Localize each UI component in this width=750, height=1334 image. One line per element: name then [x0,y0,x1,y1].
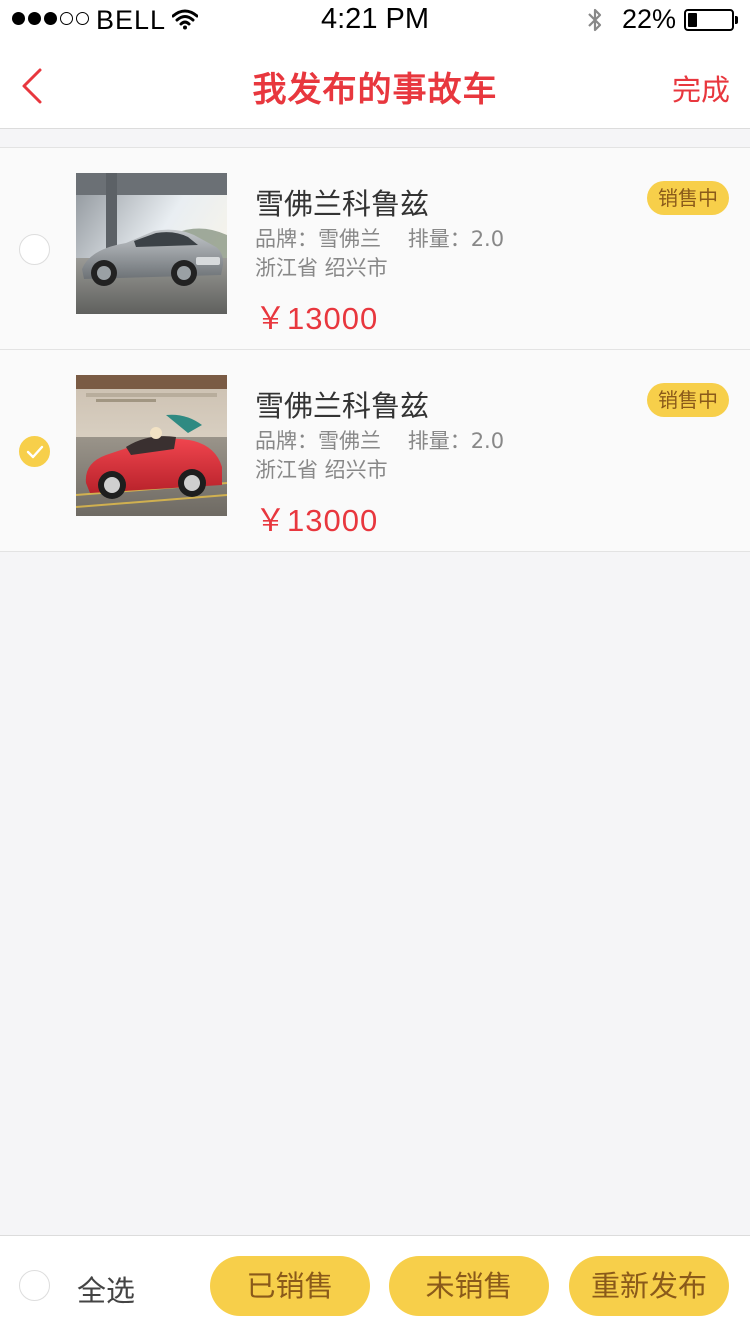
list-item[interactable]: 雪佛兰科鲁兹 品牌：雪佛兰 排量：2.0 浙江省 绍兴市 ￥13000 销售中 [0,148,750,350]
status-badge: 销售中 [647,181,729,215]
mark-unsold-button[interactable]: 未销售 [389,1256,549,1316]
battery-icon [684,9,734,31]
bluetooth-icon [588,8,602,32]
car-name: 雪佛兰科鲁兹 [255,389,430,423]
car-price: ￥13000 [255,503,379,538]
select-all-label[interactable]: 全选 [77,1268,135,1310]
item-checkbox-checked[interactable] [19,436,50,467]
status-badge: 销售中 [647,383,729,417]
republish-button[interactable]: 重新发布 [569,1256,729,1316]
car-name: 雪佛兰科鲁兹 [255,187,430,221]
battery-percentage: 22% [622,4,677,34]
vehicle-list: 雪佛兰科鲁兹 品牌：雪佛兰 排量：2.0 浙江省 绍兴市 ￥13000 销售中 [0,147,750,552]
car-location: 浙江省 绍兴市 [255,256,388,280]
page-title: 我发布的事故车 [252,70,498,110]
car-thumbnail[interactable] [76,375,227,516]
bottom-toolbar: 全选 已销售 未销售 重新发布 [0,1235,750,1334]
select-all-checkbox[interactable] [19,1270,50,1301]
list-item[interactable]: 雪佛兰科鲁兹 品牌：雪佛兰 排量：2.0 浙江省 绍兴市 ￥13000 销售中 [0,350,750,552]
done-button[interactable]: 完成 [672,67,730,109]
battery-tip [735,16,738,24]
battery-fill [688,13,697,27]
car-location: 浙江省 绍兴市 [255,458,388,482]
back-arrow-icon[interactable] [12,64,52,108]
car-specs: 品牌：雪佛兰 排量：2.0 [255,429,505,453]
car-price: ￥13000 [255,301,379,336]
navigation-bar: 我发布的事故车 完成 [0,40,750,129]
status-bar: BELL 4:21 PM 22% [0,0,750,40]
car-specs: 品牌：雪佛兰 排量：2.0 [255,227,505,251]
checkmark-icon [26,445,43,458]
item-checkbox[interactable] [19,234,50,265]
car-thumbnail[interactable] [76,173,227,314]
mark-sold-button[interactable]: 已销售 [210,1256,370,1316]
